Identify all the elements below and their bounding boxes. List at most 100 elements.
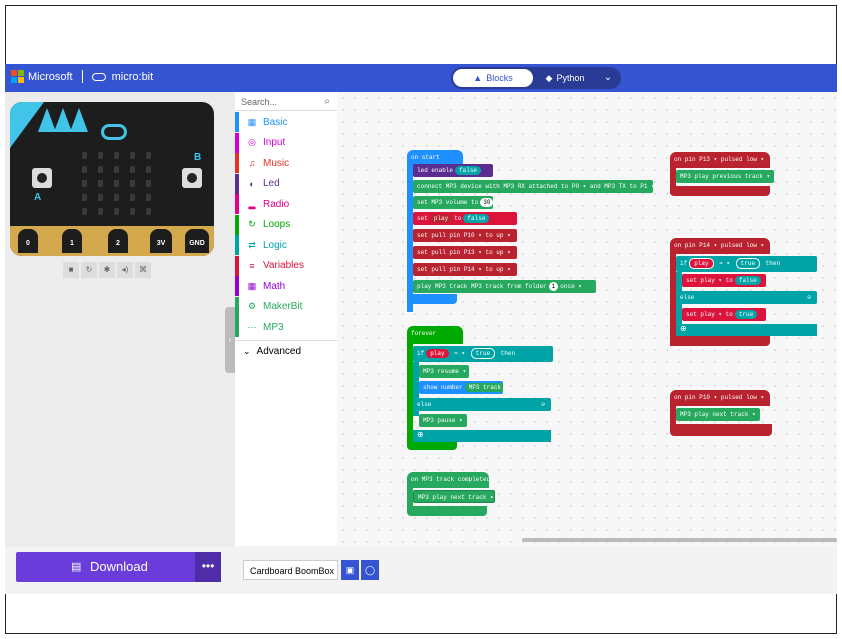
simulator-controls: ■ ↻ ✱ ◂) ⌘ — [63, 262, 155, 280]
python-icon: ◆ — [545, 72, 553, 83]
blocks-workspace[interactable]: on start led enable false connect MP3 dev… — [337, 92, 837, 546]
on-track-completed-block[interactable]: on MP3 track completed — [407, 472, 489, 488]
pin-gnd[interactable]: GND — [185, 229, 209, 253]
connect-mp3-block[interactable]: connect MP3 device with MP3 RX attached … — [413, 180, 653, 193]
set-volume-block[interactable]: set MP3 volume to 30 — [413, 196, 493, 209]
project-name-input[interactable]: Cardboard BoomBox C — [243, 560, 338, 580]
collapse-simulator-icon[interactable]: ‹ — [225, 307, 235, 373]
play-next-track-block[interactable]: MP3 play next track ▾ — [676, 408, 760, 421]
category-color-bar — [235, 255, 239, 276]
category-label: Led — [263, 178, 280, 189]
more-options-button[interactable]: ••• — [195, 552, 221, 582]
save-icon[interactable]: ▣ — [341, 560, 359, 580]
simulator-panel: A B 0 1 2 3V GND ■ ↻ ✱ ◂) ⌘ ‹ — [5, 92, 235, 546]
on-pin-p10-block[interactable]: on pin P10 ▾ pulsed low ▾ — [670, 390, 770, 406]
toolbox-category-loops[interactable]: ↻ Loops — [235, 214, 337, 235]
tab-blocks[interactable]: ▲ Blocks — [453, 69, 533, 87]
category-label: Input — [263, 137, 286, 148]
set-pull-pin-p14-block[interactable]: set pull pin P14 ▾ to up ▾ — [413, 263, 517, 276]
play-mp3-track-block[interactable]: play MP3 track MP3 track from folder 1 onc… — [413, 280, 596, 293]
category-label: Math — [263, 280, 286, 292]
toolbox-category-music[interactable]: ♫ Music — [235, 153, 337, 173]
category-color-bar — [235, 194, 239, 214]
toolbox-category-logic[interactable]: ⇄ Logic — [235, 235, 337, 255]
set-pull-pin-p10-block[interactable]: set pull pin P10 ▾ to up ▾ — [413, 229, 517, 242]
restart-icon[interactable]: ↻ — [81, 262, 97, 278]
screenshot-icon[interactable]: ⌘ — [135, 262, 151, 278]
category-label: Loops — [263, 219, 291, 230]
mp3-pause-block[interactable]: MP3 pause ▾ — [419, 414, 467, 427]
editor-toggle: ▲ Blocks ◆ Python ⌄ — [451, 67, 621, 89]
search-input[interactable]: Search... — [241, 97, 277, 107]
else-block[interactable]: else ⊖ — [676, 291, 817, 304]
touch-logo-icon[interactable] — [101, 124, 127, 140]
tab-python[interactable]: ◆ Python — [535, 69, 595, 87]
category-color-bar — [235, 276, 239, 296]
set-play-false-block[interactable]: set play ▾ to false — [682, 274, 766, 287]
pin-0[interactable]: 0 — [18, 229, 38, 253]
toolbox-category-makerbit[interactable]: ⚙ MakerBit — [235, 296, 337, 317]
forever-block[interactable]: forever — [407, 326, 463, 344]
dots-icon: ⋯ — [247, 321, 257, 332]
category-color-bar — [235, 112, 239, 132]
led-enable-block[interactable]: led enable false — [413, 164, 493, 177]
slow-mo-icon[interactable]: ✱ — [99, 262, 115, 278]
headphones-icon: ♫ — [248, 158, 256, 168]
toolbox-advanced[interactable]: ⌄ Advanced — [235, 340, 337, 361]
remove-else-icon[interactable]: ⊖ — [541, 398, 545, 411]
pin-1[interactable]: 1 — [62, 229, 82, 253]
button-a[interactable] — [32, 168, 52, 188]
toolbox: Search... ⌕ ▦ Basic ◎ Input ♫ Music ◐ Led ▂ Radio… — [235, 92, 338, 546]
led — [146, 180, 151, 187]
toolbox-category-radio[interactable]: ▂ Radio — [235, 194, 337, 214]
brand[interactable]: Microsoft micro:bit — [11, 70, 153, 83]
chevron-down-icon[interactable]: ⌄ — [599, 69, 617, 87]
button-b[interactable] — [182, 168, 202, 188]
on-start-footer — [407, 294, 457, 304]
pin-2[interactable]: 2 — [108, 229, 128, 253]
led — [130, 152, 135, 159]
on-pin-p14-block[interactable]: on pin P14 ▾ pulsed low ▾ — [670, 238, 770, 254]
advanced-label: Advanced — [256, 345, 302, 357]
if-block[interactable]: if play = ▾ true then — [413, 346, 553, 362]
toolbox-category-math[interactable]: ▦ Math — [235, 276, 337, 296]
microbit-label: micro:bit — [111, 70, 154, 83]
github-icon[interactable]: ◯ — [361, 560, 379, 580]
workspace-scrollbar[interactable] — [522, 538, 837, 542]
search-icon[interactable]: ⌕ — [324, 96, 330, 107]
board-zigzag-decoration — [70, 108, 88, 132]
on-pin-p13-block[interactable]: on pin P13 ▾ pulsed low ▾ — [670, 152, 770, 168]
if-footer: ⊕ — [676, 324, 817, 336]
microbit-board[interactable]: A B 0 1 2 3V GND — [10, 102, 214, 256]
toolbox-category-mp3[interactable]: ⋯ MP3 — [235, 317, 337, 337]
mp3-resume-block[interactable]: MP3 resume ▾ — [419, 365, 469, 378]
add-else-icon[interactable]: ⊕ — [680, 324, 687, 333]
top-bar: Microsoft micro:bit ▲ Blocks ◆ Python ⌄ — [5, 64, 837, 92]
category-label: Music — [263, 157, 290, 169]
toolbox-category-basic[interactable]: ▦ Basic — [235, 112, 337, 132]
led — [98, 194, 103, 201]
if-block[interactable]: if play = ▾ true then — [676, 256, 817, 272]
play-next-track-block[interactable]: MP3 play next track ▾ — [413, 490, 495, 503]
stop-icon[interactable]: ■ — [63, 262, 79, 278]
set-play-block[interactable]: set play to false — [413, 212, 517, 225]
add-else-icon[interactable]: ⊕ — [417, 430, 424, 439]
led — [82, 208, 87, 215]
mute-icon[interactable]: ◂) — [117, 262, 133, 278]
toolbox-category-variables[interactable]: ≡ Variables — [235, 255, 337, 276]
set-play-true-block[interactable]: set play ▾ to true — [682, 308, 766, 321]
on-pin-p13-footer — [670, 186, 770, 196]
pin-3v[interactable]: 3V — [150, 229, 172, 253]
toolbox-category-input[interactable]: ◎ Input — [235, 132, 337, 153]
set-pull-pin-p13-block[interactable]: set pull pin P13 ▾ to up ▾ — [413, 246, 517, 259]
toolbox-search[interactable]: Search... ⌕ — [235, 92, 337, 111]
toolbox-category-led[interactable]: ◐ Led — [235, 173, 337, 194]
else-block[interactable]: else ⊖ — [413, 398, 551, 411]
download-button[interactable]: ▤ Download ••• — [16, 552, 221, 582]
show-number-block[interactable]: show number MP3 track — [419, 381, 503, 394]
led — [82, 166, 87, 173]
category-color-bar — [235, 214, 239, 235]
button-b-label: B — [194, 152, 202, 163]
play-previous-track-block[interactable]: MP3 play previous track ▾ — [676, 170, 774, 183]
remove-else-icon[interactable]: ⊖ — [807, 291, 811, 304]
